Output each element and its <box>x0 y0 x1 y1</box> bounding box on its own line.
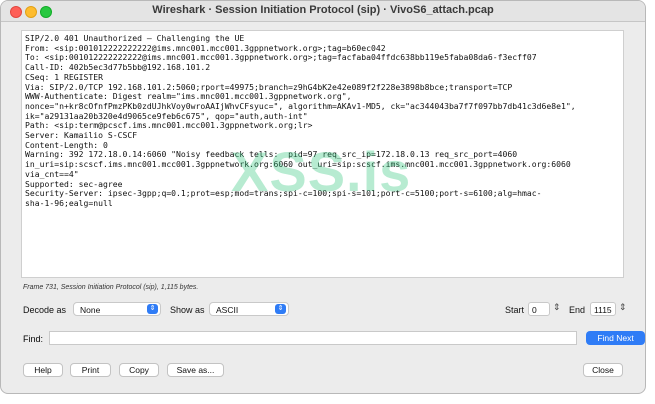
find-label: Find: <box>23 334 44 344</box>
save-as-button[interactable]: Save as... <box>167 363 224 377</box>
chevron-updown-icon: ⇕ <box>275 304 286 314</box>
copy-button[interactable]: Copy <box>119 363 159 377</box>
find-next-button[interactable]: Find Next <box>586 331 645 345</box>
follow-stream-window: Wireshark · Session Initiation Protocol … <box>0 0 646 394</box>
decode-as-label: Decode as <box>23 305 67 315</box>
end-stepper-icon[interactable]: ⇕ <box>619 302 627 313</box>
print-button[interactable]: Print <box>70 363 111 377</box>
find-row: Find: Find Next <box>23 331 645 347</box>
watermark: XSS.is <box>231 140 412 203</box>
frame-status-text: Frame 731, Session Initiation Protocol (… <box>23 284 199 291</box>
start-stepper-icon[interactable]: ⇕ <box>553 302 561 313</box>
close-button[interactable]: Close <box>583 363 623 377</box>
chevron-updown-icon: ⇕ <box>147 304 158 314</box>
bottom-button-row: Help Print Copy Save as... Close <box>1 363 645 379</box>
background-edge <box>646 0 655 404</box>
end-input[interactable]: 1115 <box>590 302 616 316</box>
help-button[interactable]: Help <box>23 363 63 377</box>
decode-as-value: None <box>80 305 101 315</box>
show-as-select[interactable]: ASCII ⇕ <box>209 302 289 316</box>
show-as-label: Show as <box>170 305 205 315</box>
window-title: Wireshark · Session Initiation Protocol … <box>152 4 494 16</box>
show-as-value: ASCII <box>216 305 239 315</box>
start-input[interactable]: 0 <box>528 302 550 316</box>
decode-controls-row: Decode as None ⇕ Show as ASCII ⇕ Start 0… <box>23 301 635 319</box>
end-label: End <box>569 305 586 315</box>
decode-as-select[interactable]: None ⇕ <box>73 302 161 316</box>
find-input[interactable] <box>49 331 577 345</box>
start-label: Start <box>505 305 525 315</box>
packet-text-line: Call-ID: 402b5ec3d77b5bb@192.168.101.2 <box>25 62 211 73</box>
title-bar: Wireshark · Session Initiation Protocol … <box>1 1 645 22</box>
